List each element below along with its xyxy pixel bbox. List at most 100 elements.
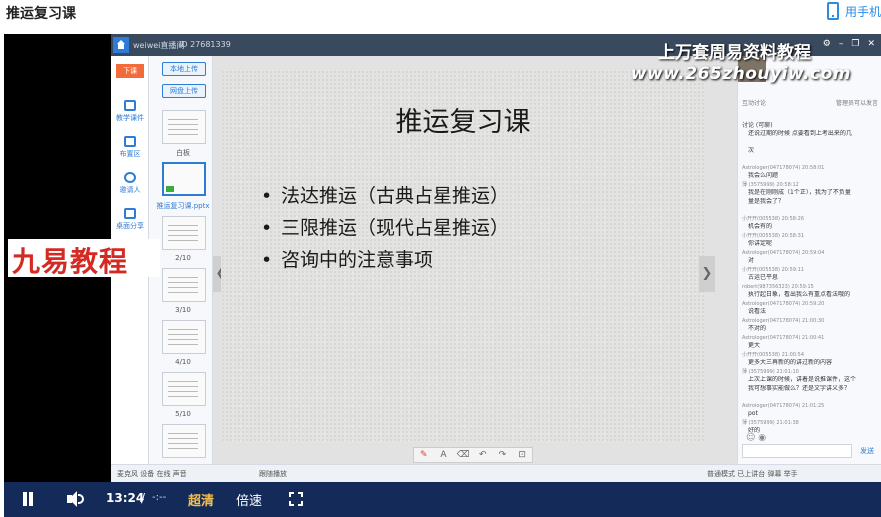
thumbnail-caption: 5/10 <box>175 410 191 418</box>
fullscreen-icon[interactable] <box>289 492 303 506</box>
chat-text: 还说过期的时候 点要看到上考出来的几 <box>748 130 852 137</box>
redo-icon[interactable]: ↷ <box>493 450 511 460</box>
chat-subheader: 讨论 (可聊) <box>742 122 773 129</box>
classroom-app: weiwei直播间 ID 27681339 ⚙ – ❐ ✕ 下课 教学课件 布置… <box>111 34 881 482</box>
undo-icon[interactable]: ↶ <box>474 450 492 460</box>
chat-message: 还说过期的时候 点要看到上考出来的几 <box>742 130 878 147</box>
local-upload-button[interactable]: 本地上传 <box>162 62 206 76</box>
watermark-banner-text: 九易教程 <box>12 245 129 278</box>
emoji-icon[interactable]: ☺ <box>746 433 755 443</box>
thumbnail-slide-5[interactable] <box>162 372 206 406</box>
slide-area: ❮ 推运复习课 法达推运（古典占星推运） 三限推运（现代占星推运） 咨询中的注意… <box>213 56 737 464</box>
chat-text: 说看法 <box>748 308 767 315</box>
page-header: 推运复习课 用手机 <box>0 0 881 34</box>
thumbnail-caption: 4/10 <box>175 358 191 366</box>
thumbnail-caption: 3/10 <box>175 306 191 314</box>
window-controls: ⚙ – ❐ ✕ <box>823 39 875 49</box>
pen-icon[interactable]: ✎ <box>415 450 433 460</box>
page-title: 推运复习课 <box>6 6 76 22</box>
nav-invite[interactable]: 邀请人 <box>111 172 149 195</box>
chat-toolbar: ☺ ◉ <box>746 433 766 443</box>
chat-sender: Astrologer(047178074) 21:00:30 <box>742 318 825 324</box>
chat-message: Astrologer(047178074) 21:01:25 pot <box>742 402 878 419</box>
lock-icon[interactable]: ⊡ <box>513 450 531 460</box>
total-time: -:-- <box>152 492 167 503</box>
chat-message: Astrologer(047178074) 20:59:04 对 <box>742 249 878 266</box>
close-icon[interactable]: ✕ <box>867 39 875 49</box>
layout-icon <box>124 136 136 147</box>
thumbnail-slide-2[interactable] <box>162 216 206 250</box>
chat-sender: 小开开(005538) 20:59:11 <box>742 267 805 273</box>
send-button[interactable]: 发送 <box>856 444 878 458</box>
chat-permission-toggle[interactable]: 管理员可以发言 <box>836 98 878 107</box>
chat-message: robert(987356323) 20:59:15 执行起日象，看出我么有重点看… <box>742 283 878 300</box>
nav-desktop-share-label: 桌面分享 <box>116 222 144 230</box>
chat-message: 薄 (3575999) 21:01:10 上次上课的时候，讲着是说推课件，这个 <box>742 368 878 385</box>
chat-tab[interactable]: 互动讨论 <box>742 100 766 107</box>
chat-message: Astrologer(047178074) 20:59:20 说看法 <box>742 300 878 317</box>
cloud-upload-button[interactable]: 网盘上传 <box>162 84 206 98</box>
chat-message: Astrologer(047178074) 21:00:30 不对的 <box>742 317 878 334</box>
nav-desktop-share[interactable]: 桌面分享 <box>111 208 149 231</box>
chat-sender: Astrologer(047178074) 20:59:20 <box>742 301 825 307</box>
nav-layout-label: 布置区 <box>119 150 141 158</box>
courseware-icon <box>124 100 136 111</box>
chat-text: 我可想事实能做么？还是文字讲义多？ <box>748 385 851 392</box>
monitor-icon <box>124 208 136 219</box>
chat-sender: robert(987356323) 20:59:15 <box>742 284 814 290</box>
image-icon[interactable]: ◉ <box>758 433 766 443</box>
nav-courseware[interactable]: 教学课件 <box>111 100 149 123</box>
thumbnail-slide-1[interactable] <box>162 162 206 196</box>
thumbnail-slide-3[interactable] <box>162 268 206 302</box>
slide-bullet-list: 法达推运（古典占星推运） 三限推运（现代占星推运） 咨询中的注意事项 <box>261 180 509 276</box>
pause-icon[interactable] <box>20 491 36 507</box>
slide-bullet: 三限推运（现代占星推运） <box>261 212 509 244</box>
maximize-icon[interactable]: ❐ <box>851 39 859 49</box>
mode-controls[interactable]: 普通模式 已上讲台 弹幕 举手 <box>707 469 798 479</box>
speed-button[interactable]: 倍速 <box>236 490 262 509</box>
follow-play-toggle[interactable]: 跟随播放 <box>259 469 287 479</box>
minimize-icon[interactable]: – <box>839 39 844 49</box>
chat-sender: 小开开(005538) 21:00:54 <box>742 352 805 358</box>
chat-input[interactable] <box>742 444 852 458</box>
chat-message: 小开开(005538) 20:58:31 你讲定呢 <box>742 232 878 249</box>
chat-sender: 小开开(005538) 20:58:31 <box>742 233 805 239</box>
room-id: ID 27681339 <box>179 40 231 49</box>
chat-sender: Astrologer(047178074) 21:00:41 <box>742 335 825 341</box>
thumbnail-slide-6[interactable] <box>162 424 206 458</box>
chat-message: 次 <box>742 147 878 164</box>
settings-icon[interactable]: ⚙ <box>823 39 831 49</box>
thumbnail-slide-4[interactable] <box>162 320 206 354</box>
chat-message-list[interactable]: 还说过期的时候 点要看到上考出来的几次 Astrologer(047178074)… <box>742 130 878 436</box>
thumbnail-caption-active: 推运复习课.pptx <box>156 202 210 210</box>
home-icon[interactable] <box>113 37 129 53</box>
slide: 推运复习课 法达推运（古典占星推运） 三限推运（现代占星推运） 咨询中的注意事项 <box>221 70 705 442</box>
chat-text: 古运已平息 <box>748 274 779 281</box>
video-player[interactable]: weiwei直播间 ID 27681339 ⚙ – ❐ ✕ 下课 教学课件 布置… <box>4 34 881 517</box>
volume-icon[interactable] <box>66 490 86 508</box>
chat-message: 小开开(005538) 20:58:26 机会有的 <box>742 215 878 232</box>
device-controls[interactable]: 麦克风 设备 在线 声音 <box>117 469 187 479</box>
nav-layout[interactable]: 布置区 <box>111 136 149 159</box>
watermark-text: 上万套周易资料教程 <box>658 43 811 63</box>
thumbnail-whiteboard[interactable] <box>162 110 206 144</box>
end-class-button[interactable]: 下课 <box>116 64 144 78</box>
phone-icon <box>826 2 839 20</box>
eraser-icon[interactable]: ⌫ <box>454 450 472 460</box>
chat-sender: 小开开(005538) 20:58:26 <box>742 216 805 222</box>
quality-button[interactable]: 超清 <box>188 490 214 509</box>
next-slide-button[interactable]: ❯ <box>699 256 715 292</box>
mobile-link-label: 用手机 <box>844 4 881 19</box>
chat-panel: 互动讨论 管理员可以发言 讨论 (可聊) 还说过期的时候 点要看到上考出来的几次… <box>737 56 881 464</box>
thumbnail-caption: 白板 <box>176 149 190 157</box>
text-tool-icon[interactable]: A <box>434 450 452 460</box>
chat-message: Astrologer(047178074) 20:58:01 我会么问题 <box>742 164 878 181</box>
person-icon <box>124 172 136 183</box>
chat-message: 薄 (3575999) 20:58:12 我是在刚刚成（1个正），我为了不负量 <box>742 181 878 198</box>
slide-bullet: 咨询中的注意事项 <box>261 244 509 276</box>
drawing-toolbar: ✎ A ⌫ ↶ ↷ ⊡ <box>413 447 533 463</box>
chat-sender: 薄 (3575999) 20:58:12 <box>742 182 799 188</box>
chat-text: 上次上课的时候，讲着是说推课件，这个 <box>748 376 857 383</box>
mobile-watch-link[interactable]: 用手机 <box>826 2 881 20</box>
watermark-url: www.265zhouyiw.com <box>630 64 851 84</box>
